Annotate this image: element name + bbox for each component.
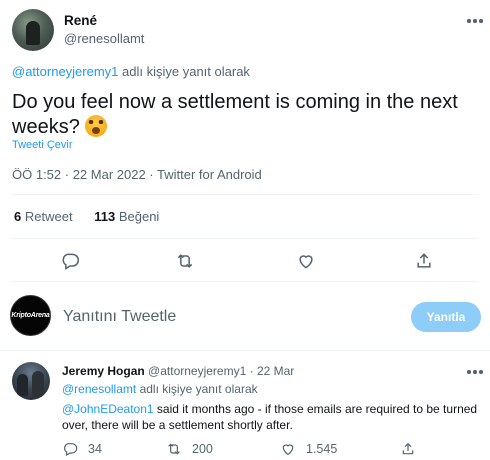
divider	[0, 350, 490, 351]
translate-link[interactable]: Tweeti Çevir	[12, 139, 73, 151]
tweet-stats: 6 Retweet 113 Beğeni	[14, 209, 159, 224]
reply-more-options-icon[interactable]	[467, 370, 483, 374]
retweet-stat-label: Retweet	[24, 209, 73, 224]
reply-replying-to-handle[interactable]: @renesollamt	[62, 382, 136, 396]
more-options-icon[interactable]	[467, 19, 483, 23]
share-icon	[402, 442, 414, 455]
reply-reply-button[interactable]: 34	[62, 441, 102, 457]
avatar-logo-text: KriptoArena	[11, 312, 50, 319]
author-handle[interactable]: @renesollamt	[64, 31, 144, 46]
retweet-icon	[177, 254, 193, 268]
reply-icon	[62, 253, 80, 270]
like-button[interactable]	[296, 251, 316, 271]
tweet-timestamp[interactable]: ÖÖ 1:52 · 22 Mar 2022 · Twitter for Andr…	[12, 167, 262, 182]
replying-to: @attorneyjeremy1 adlı kişiye yanıt olara…	[12, 64, 250, 79]
reply-replying-to-suffix: adlı kişiye yanıt olarak	[139, 382, 258, 396]
reply-retweet-count: 200	[192, 442, 213, 456]
reply-author-handle[interactable]: @attorneyjeremy1	[148, 364, 246, 378]
like-stat-label: Beğeni	[118, 209, 160, 224]
reply-date[interactable]: · 22 Mar	[250, 364, 295, 378]
reply-mention[interactable]: @JohnEDeaton1	[62, 402, 154, 416]
astonished-face-icon	[85, 115, 108, 137]
reply-like-count: 1.545	[306, 442, 338, 456]
divider	[12, 281, 478, 282]
reply-count: 34	[88, 442, 102, 456]
retweet-count: 6	[14, 209, 22, 224]
divider	[12, 194, 478, 195]
replying-to-handle[interactable]: @attorneyjeremy1	[12, 64, 118, 79]
like-icon	[282, 444, 294, 456]
replying-to-suffix: adlı kişiye yanıt olarak	[122, 64, 250, 79]
tweet-text: Do you feel now a settlement is coming i…	[12, 90, 478, 140]
retweet-stat[interactable]: 6 Retweet	[14, 209, 73, 224]
reply-text: @JohnEDeaton1 said it months ago - if th…	[62, 401, 480, 433]
retweet-button[interactable]	[175, 251, 195, 271]
reply-submit-button[interactable]: Yanıtla	[411, 302, 481, 332]
like-count: 113	[94, 209, 116, 224]
reply-compose-input[interactable]: Yanıtını Tweetle	[63, 308, 176, 326]
share-button[interactable]	[414, 251, 434, 271]
like-icon	[299, 255, 313, 269]
reply-author-avatar[interactable]	[12, 362, 50, 400]
retweet-icon	[168, 443, 180, 455]
tweet-body: Do you feel now a settlement is coming i…	[12, 91, 458, 138]
reply-icon	[64, 443, 78, 457]
divider	[12, 238, 478, 239]
author-avatar[interactable]	[12, 9, 54, 51]
reply-retweet-button[interactable]: 200	[166, 441, 213, 457]
reply-author-name[interactable]: Jeremy Hogan	[62, 364, 145, 378]
share-icon	[417, 253, 431, 268]
reply-button[interactable]	[60, 251, 80, 271]
my-avatar[interactable]: KriptoArena	[10, 295, 51, 336]
reply-share-button[interactable]	[400, 441, 416, 457]
author-name[interactable]: René	[64, 13, 97, 28]
reply-like-button[interactable]: 1.545	[280, 441, 337, 457]
reply-header: Jeremy Hogan @attorneyjeremy1 · 22 Mar	[62, 364, 294, 378]
like-stat[interactable]: 113 Beğeni	[94, 209, 159, 224]
reply-replying-to: @renesollamt adlı kişiye yanıt olarak	[62, 382, 258, 396]
